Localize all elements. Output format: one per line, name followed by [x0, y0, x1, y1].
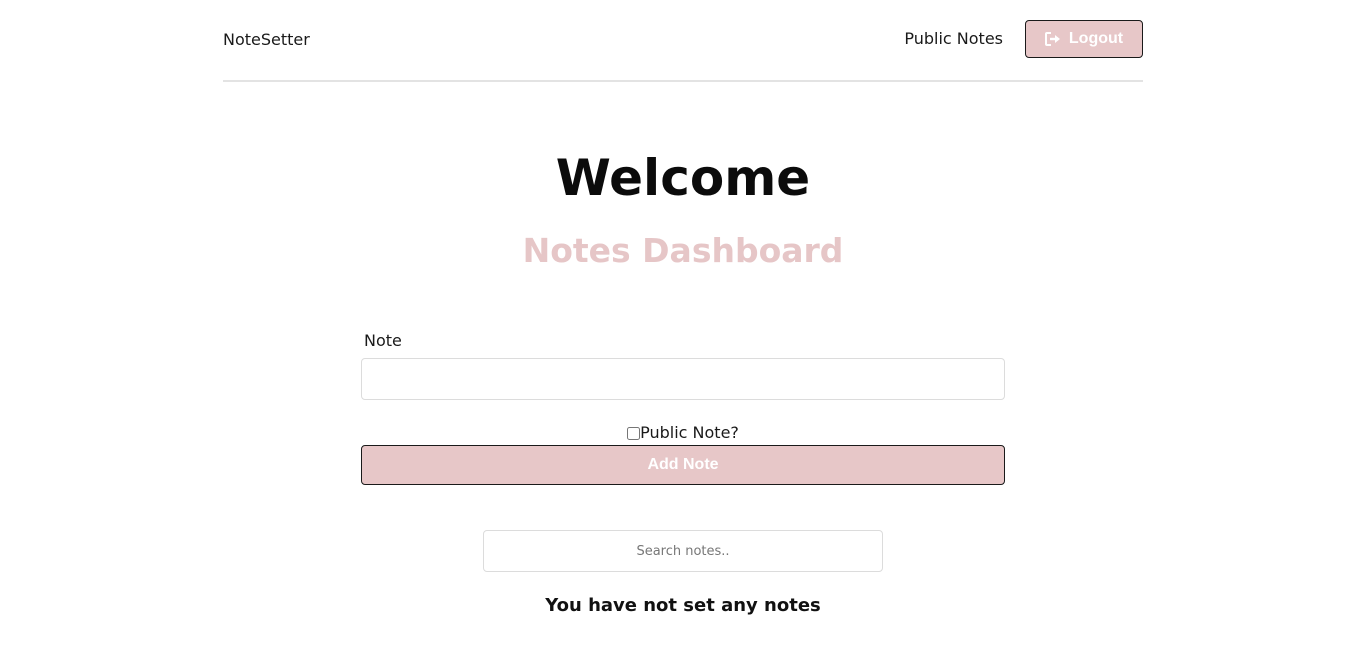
search-notes-input[interactable] — [483, 530, 883, 572]
logout-button[interactable]: Logout — [1025, 20, 1143, 58]
note-input[interactable] — [361, 358, 1005, 400]
note-label: Note — [364, 331, 402, 350]
empty-notes-message: You have not set any notes — [545, 595, 821, 616]
public-note-label: Public Note? — [640, 423, 739, 442]
public-note-checkbox[interactable] — [627, 426, 641, 440]
page-title: Welcome — [555, 149, 811, 207]
sign-out-icon — [1044, 32, 1061, 46]
dashboard-subtitle: Notes Dashboard — [522, 231, 844, 270]
add-note-button[interactable]: Add Note — [361, 445, 1005, 485]
brand-logo[interactable]: NoteSetter — [223, 30, 310, 50]
public-note-row: Public Note? — [0, 423, 1366, 443]
public-notes-link[interactable]: Public Notes — [904, 29, 1003, 49]
logout-label: Logout — [1068, 30, 1124, 47]
navbar: NoteSetter Public Notes Logout — [223, 0, 1143, 82]
